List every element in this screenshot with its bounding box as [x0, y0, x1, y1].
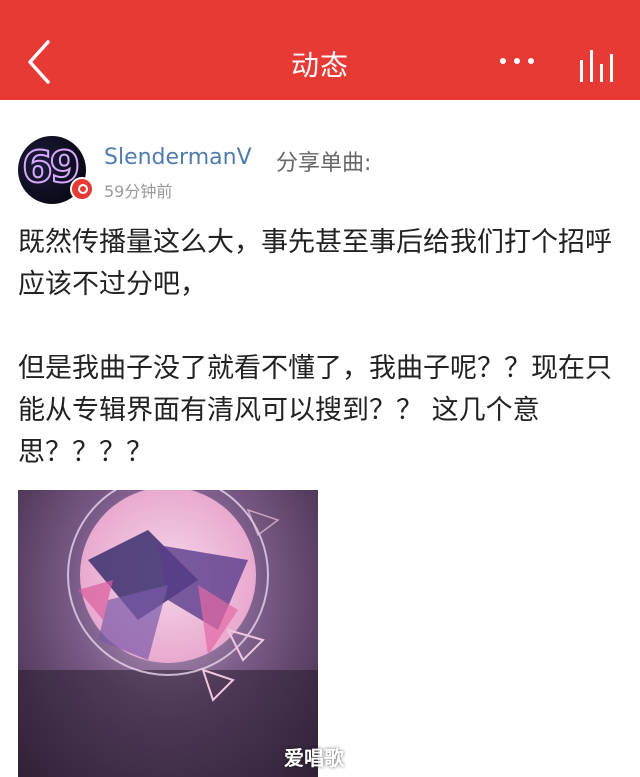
song-cover-image[interactable]	[18, 490, 318, 777]
more-dot	[514, 57, 520, 64]
audio-bars-icon	[580, 50, 613, 82]
post-body: 既然传播量这么大，事先甚至事后给我们打个招呼应该不过分吧， 但是我曲子没了就看不…	[18, 222, 626, 474]
share-action-label: 分享单曲:	[276, 151, 372, 176]
post-paragraph: 但是我曲子没了就看不懂了，我曲子呢？？现在只能从专辑界面有清风可以搜到？？ 这几…	[18, 353, 612, 468]
more-dot	[528, 57, 534, 64]
avatar-logo-text: 69	[21, 141, 81, 194]
top-nav-bar: 动态	[0, 0, 640, 100]
now-playing-button[interactable]	[576, 46, 620, 84]
more-options-button[interactable]	[496, 50, 548, 78]
vip-badge-icon	[70, 177, 94, 201]
watermark-text: 爱唱歌	[284, 746, 344, 770]
username-link[interactable]: SlendermanV	[104, 145, 252, 170]
cover-artwork	[18, 490, 318, 777]
more-dots-icon	[500, 57, 506, 64]
post-timestamp: 59分钟前	[104, 182, 173, 201]
post-paragraph: 既然传播量这么大，事先甚至事后给我们打个招呼应该不过分吧，	[18, 227, 612, 300]
